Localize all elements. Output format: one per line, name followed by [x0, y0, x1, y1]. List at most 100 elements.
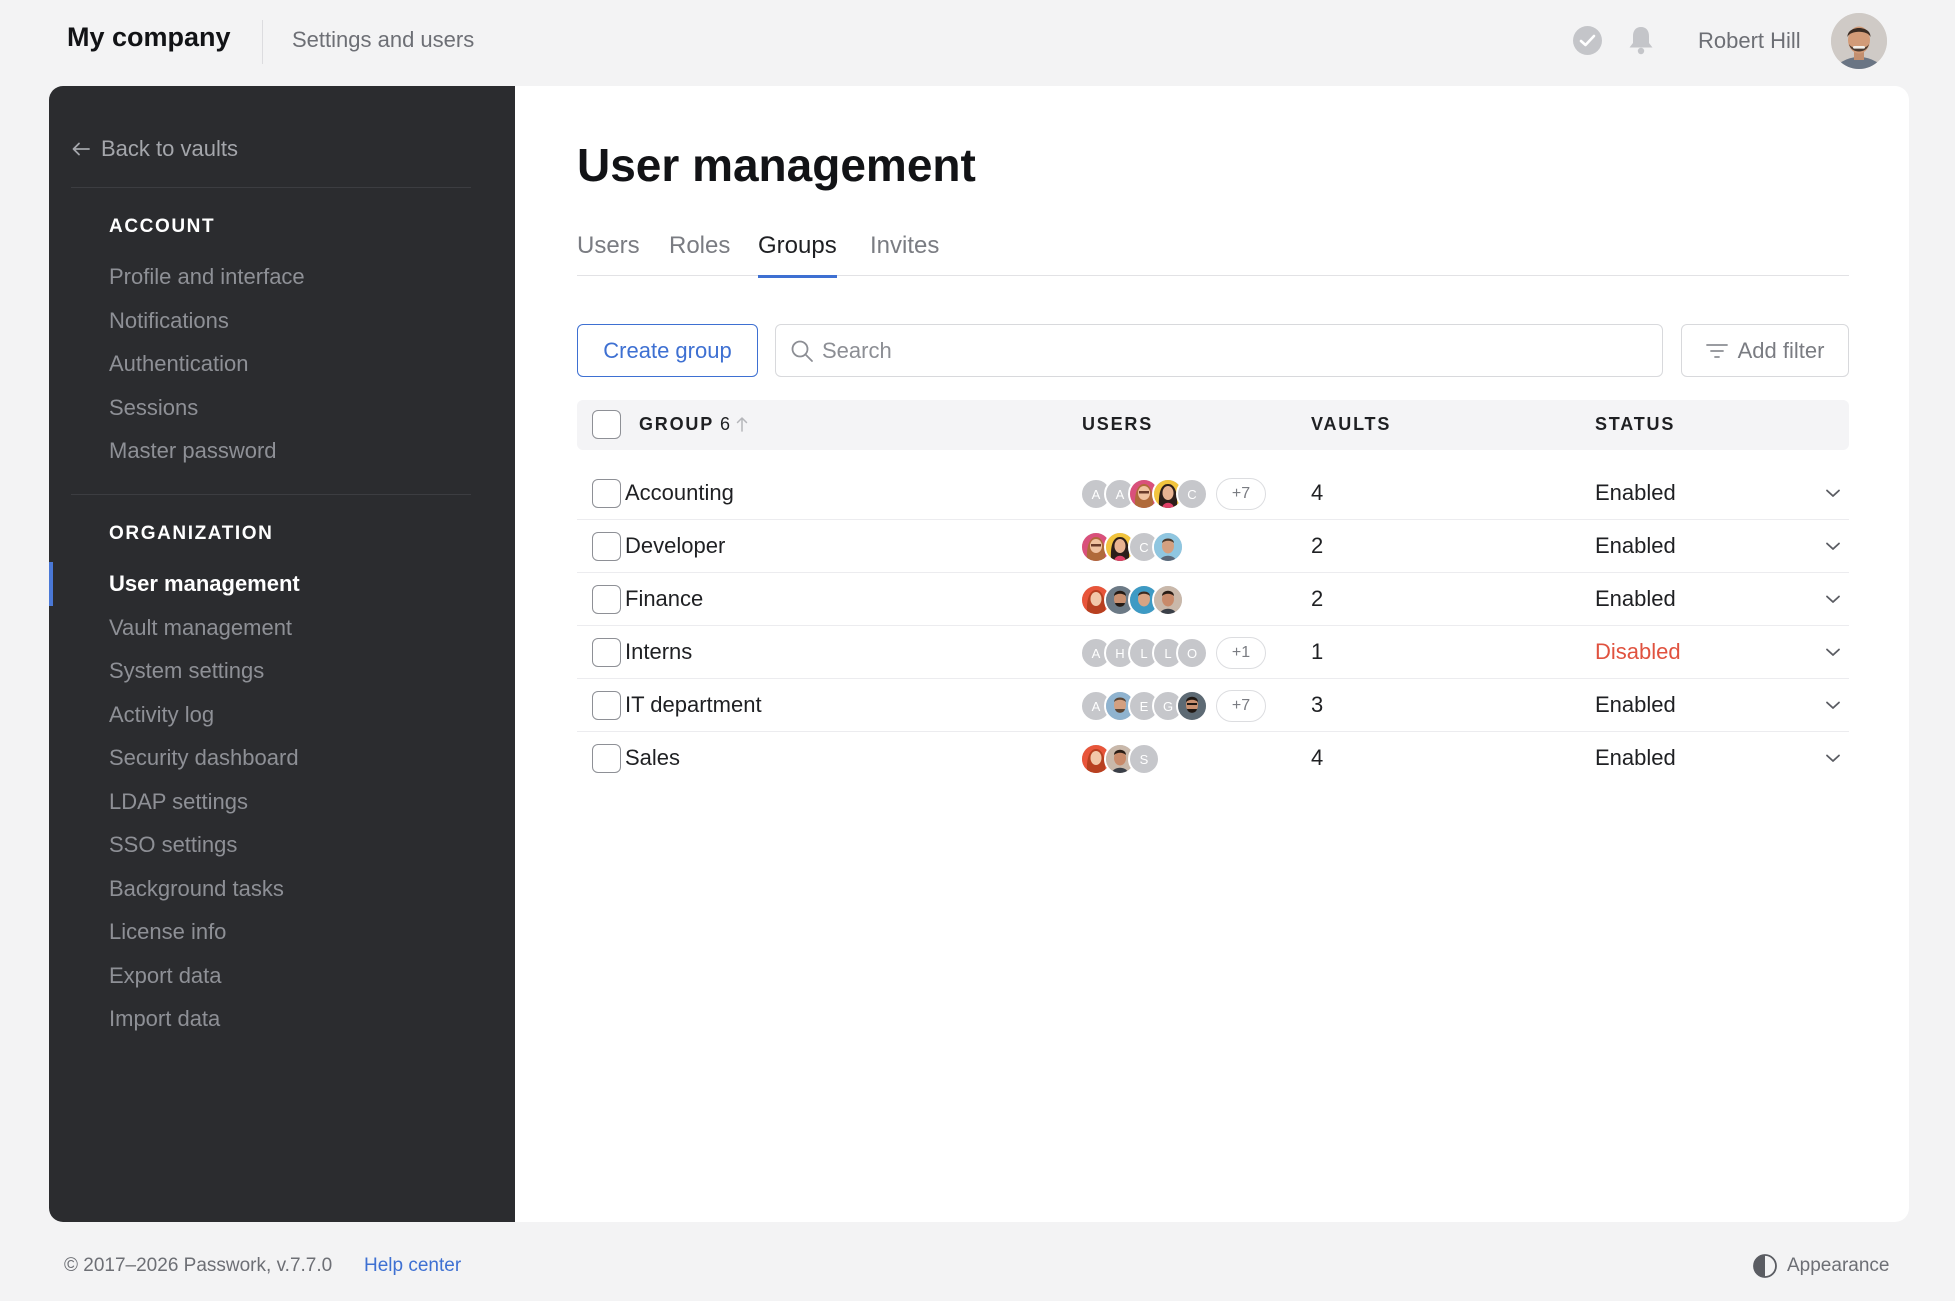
chevron-down-icon[interactable] [1825, 752, 1841, 764]
tab-roles[interactable]: Roles [669, 232, 730, 276]
sidebar-item-activity-log[interactable]: Activity log [109, 702, 214, 728]
row-checkbox[interactable] [592, 744, 621, 773]
column-status: STATUS [1595, 414, 1676, 434]
chevron-down-icon[interactable] [1825, 646, 1841, 658]
group-count: 6 [720, 414, 731, 434]
avatar: O [1176, 637, 1208, 669]
column-users: USERS [1082, 414, 1154, 434]
sidebar-item-vault-management[interactable]: Vault management [109, 615, 292, 641]
avatar: S [1128, 743, 1160, 775]
arrow-left-icon [72, 142, 90, 156]
current-user-name[interactable]: Robert Hill [1698, 28, 1801, 54]
top-bar: My company Settings and users Robert Hil… [0, 0, 1955, 86]
table-row[interactable]: Interns A H L L O +1 1 Disabled [577, 626, 1849, 679]
section-title: Settings and users [292, 27, 475, 52]
vault-count: 2 [1311, 533, 1324, 558]
row-checkbox[interactable] [592, 585, 621, 614]
row-checkbox[interactable] [592, 691, 621, 720]
row-checkbox[interactable] [592, 479, 621, 508]
account-heading: ACCOUNT [109, 216, 216, 237]
select-all-checkbox[interactable] [592, 410, 621, 439]
back-to-vaults-link[interactable]: Back to vaults [71, 136, 238, 162]
group-name[interactable]: Developer [625, 533, 725, 559]
user-avatar[interactable] [1831, 13, 1887, 69]
table-row[interactable]: Accounting A A C +7 4 Enabled [577, 467, 1849, 520]
main-panel: User management Users Roles Groups Invit… [515, 86, 1909, 1222]
filter-icon [1705, 343, 1728, 358]
sidebar-item-security-dashboard[interactable]: Security dashboard [109, 745, 299, 771]
status-label: Enabled [1595, 533, 1676, 558]
sidebar-item-sessions[interactable]: Sessions [109, 395, 198, 421]
bell-icon[interactable] [1626, 24, 1656, 56]
check-icon[interactable] [1573, 26, 1602, 55]
table-row[interactable]: IT department A E G +7 3 Enabled [577, 679, 1849, 732]
tab-invites[interactable]: Invites [870, 232, 939, 276]
active-indicator [49, 562, 53, 606]
sidebar-item-license-info[interactable]: License info [109, 919, 226, 945]
sidebar-item-export-data[interactable]: Export data [109, 963, 222, 989]
table-row[interactable]: Finance 2 Enabled [577, 573, 1849, 626]
sidebar-item-notifications[interactable]: Notifications [109, 308, 229, 334]
group-name[interactable]: Interns [625, 639, 692, 665]
sidebar-item-ldap-settings[interactable]: LDAP settings [109, 789, 248, 815]
page-title: User management [577, 139, 976, 191]
avatar [1152, 584, 1184, 616]
tab-groups[interactable]: Groups [758, 232, 837, 278]
search-box [775, 324, 1663, 377]
table-row[interactable]: Developer C 2 Enabled [577, 520, 1849, 573]
add-filter-button[interactable]: Add filter [1681, 324, 1849, 377]
more-users-badge[interactable]: +7 [1216, 690, 1266, 722]
company-name[interactable]: My company [67, 22, 231, 53]
vault-count: 1 [1311, 639, 1324, 664]
sort-up-icon[interactable] [736, 416, 748, 437]
chevron-down-icon[interactable] [1825, 540, 1841, 552]
vault-count: 4 [1311, 745, 1324, 770]
more-users-badge[interactable]: +1 [1216, 637, 1266, 669]
chevron-down-icon[interactable] [1825, 593, 1841, 605]
search-input[interactable] [822, 335, 1642, 367]
avatar: C [1176, 478, 1208, 510]
sidebar-divider [71, 187, 471, 188]
search-icon [791, 340, 813, 362]
row-checkbox[interactable] [592, 638, 621, 667]
sidebar-item-background-tasks[interactable]: Background tasks [109, 876, 284, 902]
status-label: Enabled [1595, 692, 1676, 717]
more-users-badge[interactable]: +7 [1216, 478, 1266, 510]
group-name[interactable]: Accounting [625, 480, 734, 506]
sidebar-item-import-data[interactable]: Import data [109, 1006, 220, 1032]
tabs: Users Roles Groups Invites [577, 232, 1849, 278]
chevron-down-icon[interactable] [1825, 699, 1841, 711]
user-avatars [1080, 584, 1184, 616]
tab-users[interactable]: Users [577, 232, 640, 276]
table-header: GROUP 6 USERS VAULTS STATUS [577, 400, 1849, 450]
appearance-toggle[interactable]: Appearance [1752, 1253, 1889, 1279]
user-avatars: C [1080, 531, 1184, 563]
sidebar-item-authentication[interactable]: Authentication [109, 351, 248, 377]
avatar [1152, 531, 1184, 563]
column-group[interactable]: GROUP 6 [639, 414, 748, 437]
status-label: Disabled [1595, 639, 1681, 664]
vault-count: 2 [1311, 586, 1324, 611]
create-group-button[interactable]: Create group [577, 324, 758, 377]
status-label: Enabled [1595, 745, 1676, 770]
row-checkbox[interactable] [592, 532, 621, 561]
user-avatars: A A C +7 [1080, 478, 1266, 510]
sidebar-item-profile[interactable]: Profile and interface [109, 264, 305, 290]
sidebar: Back to vaults ACCOUNT Profile and inter… [49, 86, 515, 1222]
add-filter-label: Add filter [1737, 337, 1825, 363]
sidebar-item-user-management[interactable]: User management [109, 571, 300, 597]
avatar [1176, 690, 1208, 722]
sidebar-item-sso-settings[interactable]: SSO settings [109, 832, 237, 858]
sidebar-item-system-settings[interactable]: System settings [109, 658, 264, 684]
sidebar-item-master-password[interactable]: Master password [109, 438, 277, 464]
back-link-label: Back to vaults [101, 136, 238, 161]
group-name[interactable]: Finance [625, 586, 703, 612]
group-name[interactable]: Sales [625, 745, 680, 771]
group-name[interactable]: IT department [625, 692, 762, 718]
table-row[interactable]: Sales S 4 Enabled [577, 732, 1849, 785]
status-label: Enabled [1595, 586, 1676, 611]
organization-heading: ORGANIZATION [109, 523, 274, 544]
chevron-down-icon[interactable] [1825, 487, 1841, 499]
user-avatars: S [1080, 743, 1160, 775]
help-center-link[interactable]: Help center [364, 1255, 461, 1277]
